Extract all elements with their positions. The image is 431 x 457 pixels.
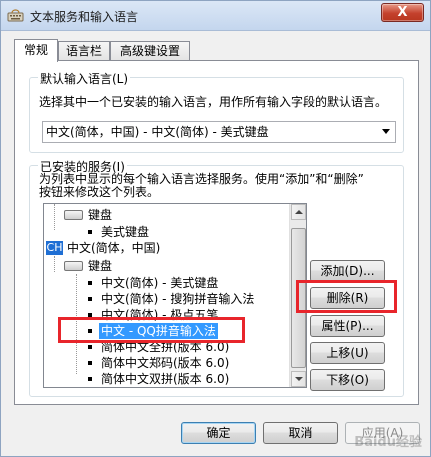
tree-line [54, 204, 55, 230]
default-language-description: 选择其中一个已安装的输入语言，用作所有输入字段的默认语言。 [39, 95, 388, 109]
bullet-icon [88, 361, 92, 365]
tree-item-label: 中文(简体) - 美式键盘 [101, 276, 219, 290]
default-language-select[interactable]: 中文(简体，中国) - 中文(简体) - 美式键盘 [42, 121, 396, 143]
watermark-text: Baidu经验 [354, 435, 422, 450]
arrow-up-icon [295, 210, 303, 214]
scroll-down-button[interactable] [291, 371, 306, 387]
installed-services-description-2: 按钮来修改这个列表。 [39, 185, 160, 199]
arrow-down-icon [295, 377, 303, 381]
tree-label-keyboard-2: 键盘 [88, 259, 113, 273]
services-tree[interactable]: 键盘 美式键盘 CH 中文(简体，中国) 键盘 中文(简体) - 美式键盘 中文… [43, 203, 307, 388]
close-button[interactable]: X [381, 3, 424, 22]
tab-general[interactable]: 常规 [14, 39, 58, 62]
tab-language-bar[interactable]: 语言栏 [58, 41, 110, 61]
scroll-up-button[interactable] [291, 204, 306, 220]
annotation-highlight-remove [296, 280, 397, 313]
cancel-button[interactable]: 取消 [263, 422, 338, 444]
tree-label-us-keyboard: 美式键盘 [101, 225, 150, 239]
tree-label-keyboard-1: 键盘 [88, 208, 113, 222]
chevron-down-icon[interactable] [382, 129, 390, 134]
title-bar[interactable]: 文本服务和输入语言 X [1, 1, 430, 31]
default-language-legend: 默认输入语言(L) [38, 70, 131, 87]
properties-button[interactable]: 属性(P)... [310, 315, 385, 337]
keyboard-icon [64, 210, 83, 220]
ok-button[interactable]: 确定 [181, 422, 256, 444]
move-up-button[interactable]: 上移(U) [310, 342, 385, 364]
annotation-highlight-selected-item [58, 317, 245, 343]
bullet-icon [88, 297, 92, 301]
keyboard-icon [64, 261, 83, 271]
bullet-icon [88, 281, 92, 285]
installed-services-description-1: 为列表中显示的每个输入语言选择服务。使用“添加”和“删除” [39, 172, 364, 186]
bullet-icon [88, 377, 92, 381]
keyboard-app-icon [7, 9, 24, 22]
default-language-value: 中文(简体，中国) - 中文(简体) - 美式键盘 [46, 125, 269, 139]
add-button[interactable]: 添加(D)... [310, 260, 385, 282]
tree-line [54, 256, 55, 272]
window-title: 文本服务和输入语言 [30, 10, 139, 24]
tab-advanced-key-settings[interactable]: 高级键设置 [110, 41, 190, 61]
bullet-icon [88, 345, 92, 349]
tree-label-language: 中文(简体，中国) [67, 241, 161, 255]
tree-item-label: 简体中文郑码(版本 6.0) [101, 356, 230, 370]
dialog-window: 文本服务和输入语言 X 常规 语言栏 高级键设置 默认输入语言(L) 选择其中一… [0, 0, 431, 457]
bullet-icon [88, 230, 92, 234]
language-ch-icon: CH [46, 241, 63, 255]
tree-item-label: 中文(简体) - 搜狗拼音输入法 [101, 292, 255, 306]
tree-item-label: 简体中文双拼(版本 6.0) [101, 372, 230, 386]
move-down-button[interactable]: 下移(O) [310, 369, 385, 391]
